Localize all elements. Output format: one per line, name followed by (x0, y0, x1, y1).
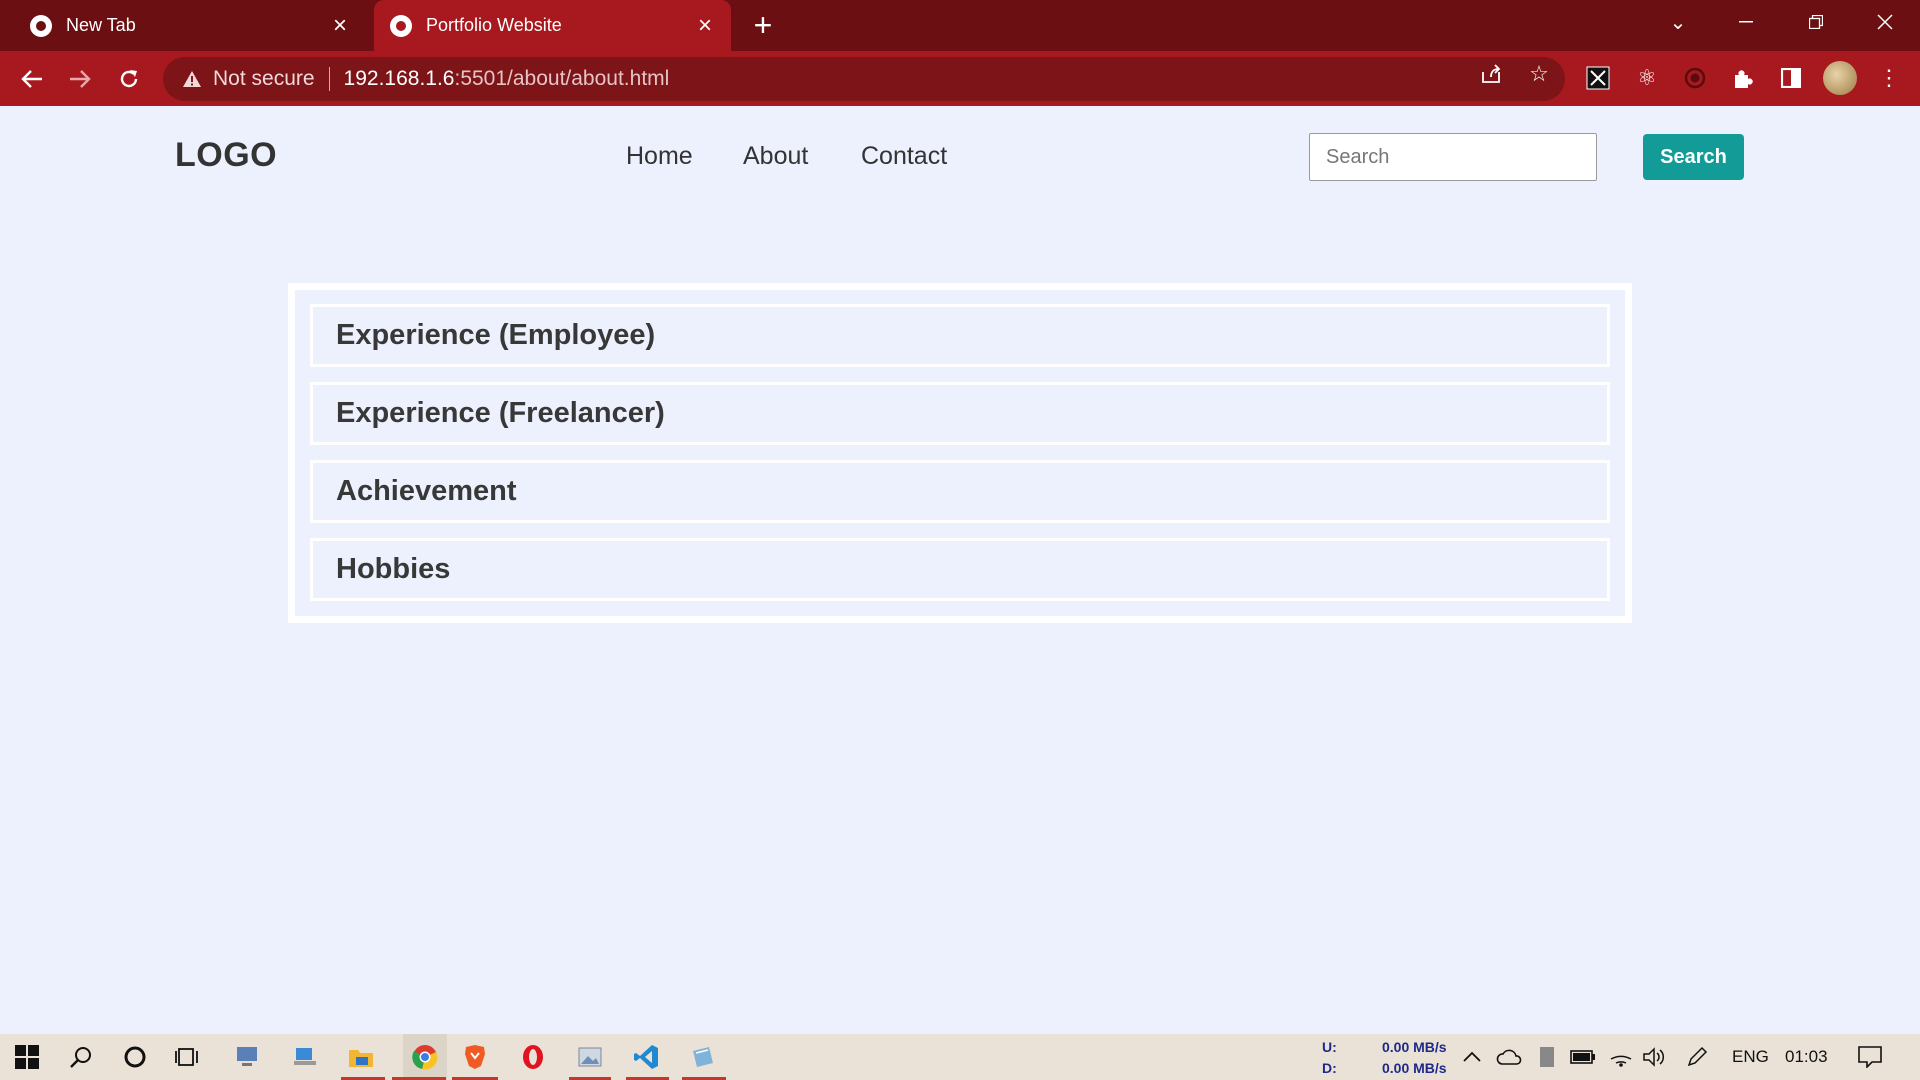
close-icon[interactable]: × (328, 13, 352, 38)
page-viewport: LOGO Home About Contact Search Experienc… (0, 106, 1920, 1034)
close-icon[interactable]: × (693, 13, 717, 38)
tab-search-chevron-icon[interactable]: ⌄ (1652, 0, 1704, 44)
address-bar[interactable]: Not secure 192.168.1.6:5501/about/about.… (163, 57, 1565, 101)
file-explorer-icon[interactable] (345, 1041, 377, 1073)
wifi-icon[interactable] (1607, 1041, 1635, 1073)
network-app-icon[interactable] (231, 1041, 263, 1073)
minimize-icon (1739, 21, 1753, 23)
chrome-icon (30, 14, 52, 37)
forward-arrow-icon (70, 70, 91, 88)
nav-link-contact[interactable]: Contact (861, 142, 947, 171)
accordion-item-experience-freelancer[interactable]: Experience (Freelancer) (310, 382, 1610, 445)
tab-title: Portfolio Website (426, 15, 562, 35)
search-input[interactable] (1309, 133, 1597, 181)
cortana-icon[interactable] (119, 1041, 151, 1073)
bookmark-star-icon[interactable]: ☆ (1526, 61, 1552, 87)
reload-button[interactable] (111, 61, 147, 97)
download-speed: 0.00 MB/s (1382, 1060, 1447, 1076)
back-button[interactable] (14, 61, 50, 97)
warning-icon (181, 68, 203, 90)
photos-app-icon[interactable] (574, 1041, 606, 1073)
url-host: 192.168.1.6 (343, 67, 455, 90)
restore-icon (1809, 15, 1823, 29)
extensions-puzzle-icon[interactable] (1728, 63, 1758, 93)
react-devtools-icon[interactable]: ⚛ (1632, 63, 1662, 93)
windows-taskbar: U: D: 0.00 MB/s 0.00 MB/s ENG 01:03 (0, 1034, 1920, 1080)
about-accordion: Experience (Employee) Experience (Freela… (288, 283, 1632, 623)
minimize-button[interactable] (1720, 0, 1772, 44)
opera-icon[interactable] (517, 1041, 549, 1073)
accordion-item-experience-employee[interactable]: Experience (Employee) (310, 304, 1610, 367)
clock-time[interactable]: 01:03 (1785, 1047, 1828, 1067)
omnibox-divider (328, 67, 330, 91)
upload-speed: 0.00 MB/s (1382, 1039, 1447, 1055)
forward-button[interactable] (62, 61, 98, 97)
screenshot-extension-icon[interactable] (1583, 63, 1613, 93)
download-label: D: (1322, 1060, 1337, 1076)
volume-icon[interactable] (1640, 1041, 1668, 1073)
vscode-icon[interactable] (630, 1041, 662, 1073)
storage-icon[interactable] (1534, 1041, 1560, 1073)
notes-app-icon[interactable] (687, 1041, 719, 1073)
tab-strip: New Tab × Portfolio Website × + ⌄ (0, 0, 1920, 51)
search-icon[interactable] (65, 1041, 97, 1073)
nav-link-about[interactable]: About (743, 142, 808, 171)
accordion-item-hobbies[interactable]: Hobbies (310, 538, 1610, 601)
url-path: :5501/about/about.html (454, 67, 670, 90)
reload-icon (120, 70, 138, 88)
site-logo[interactable]: LOGO (175, 136, 277, 175)
nav-link-home[interactable]: Home (626, 142, 693, 171)
accordion-item-achievement[interactable]: Achievement (310, 460, 1610, 523)
tab-portfolio-website[interactable]: Portfolio Website × (374, 0, 731, 51)
close-icon (1877, 14, 1893, 30)
upload-label: U: (1322, 1039, 1337, 1055)
profile-avatar[interactable] (1823, 61, 1857, 95)
share-icon[interactable] (1478, 61, 1504, 87)
record-extension-icon[interactable] (1680, 63, 1710, 93)
restore-button[interactable] (1790, 0, 1842, 44)
side-panel-icon[interactable] (1776, 63, 1806, 93)
chevron-up-icon[interactable] (1460, 1041, 1484, 1073)
input-language[interactable]: ENG (1732, 1047, 1769, 1067)
globe-icon (390, 14, 412, 37)
pen-icon[interactable] (1683, 1041, 1711, 1073)
tab-title: New Tab (66, 15, 136, 35)
battery-icon[interactable] (1569, 1041, 1597, 1073)
search-button[interactable]: Search (1643, 134, 1744, 180)
new-tab-button[interactable]: + (748, 8, 778, 42)
tab-new-tab[interactable]: New Tab × (0, 0, 366, 51)
task-view-icon[interactable] (172, 1041, 204, 1073)
back-arrow-icon (21, 70, 42, 88)
brave-icon[interactable] (459, 1041, 491, 1073)
close-window-button[interactable] (1859, 0, 1911, 44)
windows-start-icon[interactable] (11, 1041, 43, 1073)
security-label[interactable]: Not secure (213, 67, 315, 91)
onedrive-cloud-icon[interactable] (1495, 1041, 1523, 1073)
chrome-taskbar-icon[interactable] (403, 1034, 447, 1080)
computer-app-icon[interactable] (289, 1041, 321, 1073)
more-menu-icon[interactable]: ⋮ (1874, 63, 1904, 93)
notification-center-icon[interactable] (1855, 1041, 1885, 1073)
browser-toolbar: Not secure 192.168.1.6:5501/about/about.… (0, 51, 1920, 106)
